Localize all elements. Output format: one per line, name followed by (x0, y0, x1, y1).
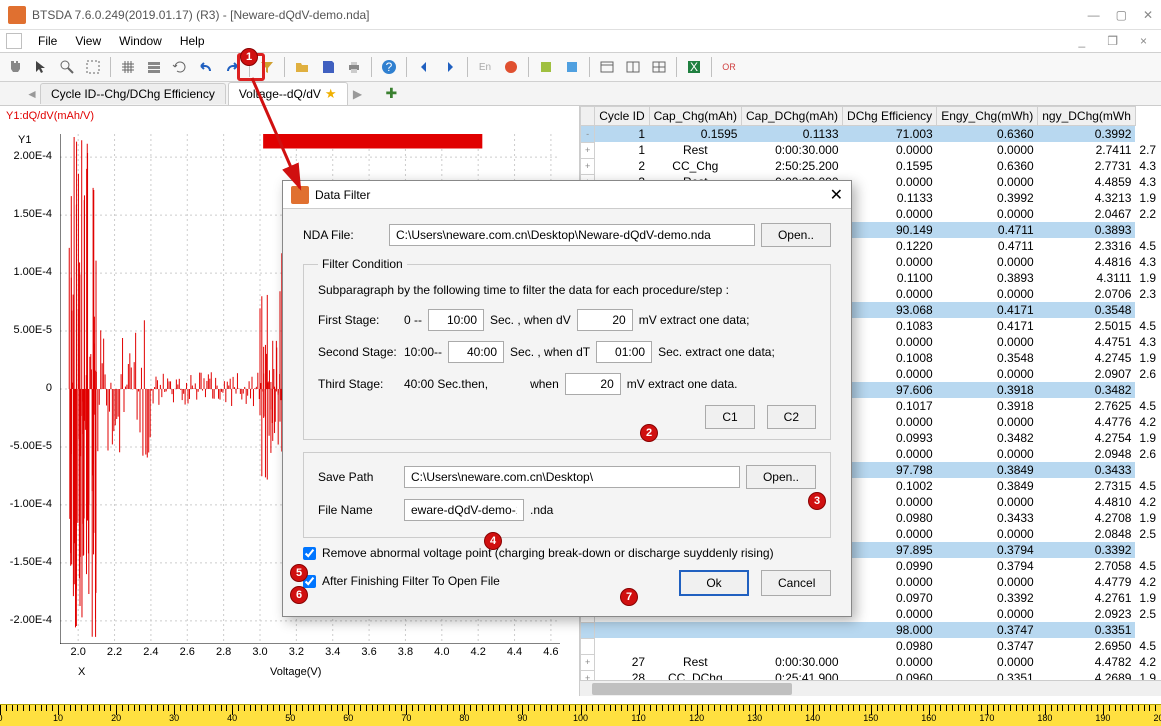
grid-icon[interactable] (117, 56, 139, 78)
cancel-button[interactable]: Cancel (761, 570, 831, 596)
remove-abnormal-label: Remove abnormal voltage point (charging … (322, 546, 774, 560)
callout-1: 1 (240, 48, 258, 66)
callout-6: 6 (290, 586, 308, 604)
save-path-label: Save Path (318, 470, 398, 484)
x-symbol: X (78, 666, 85, 678)
dialog-titlebar[interactable]: Data Filter ✕ (283, 181, 851, 209)
callout-5: 5 (290, 564, 308, 582)
svg-text:X: X (690, 60, 698, 74)
table-row[interactable]: 0.09800.37472.69504.5 (581, 638, 1161, 654)
second-stage-label: Second Stage: (318, 345, 398, 359)
table-row[interactable]: +27Rest0:00:30.0000.00000.00004.47824.2 (581, 654, 1161, 670)
file-name-label: File Name (318, 503, 398, 517)
callout-4: 4 (484, 532, 502, 550)
hand-tool-icon[interactable] (4, 56, 26, 78)
refresh-icon[interactable] (169, 56, 191, 78)
c1-button[interactable]: C1 (705, 405, 754, 429)
excel-icon[interactable]: X (683, 56, 705, 78)
table-row[interactable]: +2CC_Chg2:50:25.2000.15950.63602.77314.3 (581, 158, 1161, 174)
print-icon[interactable] (343, 56, 365, 78)
svg-text:?: ? (386, 60, 393, 74)
menu-view[interactable]: View (67, 32, 109, 50)
menu-help[interactable]: Help (172, 32, 213, 50)
y-ticks: -2.00E-4-1.50E-4-1.00E-4-5.00E-505.00E-5… (8, 134, 56, 644)
table-row[interactable]: -10.15950.113371.0030.63600.3992 (581, 126, 1161, 143)
mdi-minimize-icon[interactable]: _ (1071, 32, 1094, 50)
x-ticks: 2.02.22.42.62.83.03.23.43.63.84.04.24.44… (60, 646, 560, 662)
second-time-input[interactable] (448, 341, 504, 363)
second-dt-input[interactable] (596, 341, 652, 363)
app-icon (8, 6, 26, 24)
third-stage-label: Third Stage: (318, 377, 398, 391)
save-path-input[interactable] (404, 466, 740, 488)
app-title: BTSDA 7.6.0.249(2019.01.17) (R3) - [Newa… (32, 8, 370, 22)
remove-abnormal-checkbox[interactable] (303, 547, 316, 560)
tool-a-icon[interactable] (535, 56, 557, 78)
titlebar: BTSDA 7.6.0.249(2019.01.17) (R3) - [Newa… (0, 0, 1161, 30)
minimize-button[interactable]: — (1088, 8, 1100, 22)
table-row[interactable]: +1Rest0:00:30.0000.00000.00002.74112.7 (581, 142, 1161, 158)
x-axis-title: Voltage(V) (270, 666, 321, 678)
y1-series-label: Y1:dQ/dV(mAh/V) (6, 110, 94, 122)
first-stage-label: First Stage: (318, 313, 398, 327)
add-tab-icon[interactable]: ✚ (386, 85, 398, 102)
en-lang-icon[interactable]: En (474, 56, 496, 78)
zoom-icon[interactable] (56, 56, 78, 78)
open-after-label: After Finishing Filter To Open File (322, 574, 500, 588)
open-icon[interactable] (291, 56, 313, 78)
ok-button[interactable]: Ok (679, 570, 749, 596)
first-dv-input[interactable] (577, 309, 633, 331)
cn-lang-icon[interactable] (500, 56, 522, 78)
ruler[interactable]: 0102030405060708090100110120130140150160… (0, 704, 1161, 726)
maximize-button[interactable]: ▢ (1116, 8, 1127, 22)
c2-button[interactable]: C2 (767, 405, 816, 429)
tabbar: ◄ Cycle ID--Chg/DChg Efficiency Voltage-… (0, 82, 1161, 106)
filter-condition-fieldset: Filter Condition Subparagraph by the fol… (303, 257, 831, 440)
origin-icon[interactable]: OR (718, 56, 740, 78)
help-icon[interactable]: ? (378, 56, 400, 78)
table-row[interactable]: 98.0000.37470.3351 (581, 622, 1161, 638)
filter-condition-legend: Filter Condition (318, 257, 407, 271)
first-time-input[interactable] (428, 309, 484, 331)
star-icon: ★ (325, 86, 337, 102)
prev-icon[interactable] (413, 56, 435, 78)
pointer-tool-icon[interactable] (30, 56, 52, 78)
table2-icon[interactable] (622, 56, 644, 78)
third-val-input[interactable] (565, 373, 621, 395)
tab-prev-icon[interactable]: ◄ (24, 87, 40, 101)
dialog-icon (291, 186, 309, 204)
undo-icon[interactable] (195, 56, 217, 78)
nda-file-input[interactable] (389, 224, 755, 246)
mdi-restore-icon[interactable]: ❐ (1099, 32, 1126, 50)
tab-dqdv[interactable]: Voltage--dQ/dV★ (228, 82, 348, 105)
save-icon[interactable] (317, 56, 339, 78)
callout-3: 3 (808, 492, 826, 510)
save-open-button[interactable]: Open.. (746, 465, 816, 489)
tab-next-icon[interactable]: ▶ (350, 87, 366, 101)
chart-list-icon[interactable] (143, 56, 165, 78)
select-rect-icon[interactable] (82, 56, 104, 78)
nda-file-label: NDA File: (303, 228, 383, 242)
table3-icon[interactable] (648, 56, 670, 78)
dialog-close-icon[interactable]: ✕ (830, 185, 843, 205)
file-name-input[interactable] (404, 499, 524, 521)
callout-7: 7 (620, 588, 638, 606)
menu-file[interactable]: File (30, 32, 65, 50)
close-button[interactable]: ✕ (1143, 8, 1153, 22)
document-icon (6, 33, 22, 49)
dialog-title: Data Filter (315, 188, 370, 202)
table1-icon[interactable] (596, 56, 618, 78)
callout-2: 2 (640, 424, 658, 442)
filter-intro: Subparagraph by the following time to fi… (318, 283, 816, 297)
tab-efficiency[interactable]: Cycle ID--Chg/DChg Efficiency (40, 83, 226, 104)
menu-window[interactable]: Window (111, 32, 170, 50)
menubar: File View Window Help _ ❐ × (0, 30, 1161, 52)
tool-b-icon[interactable] (561, 56, 583, 78)
mdi-close-icon[interactable]: × (1132, 32, 1155, 50)
data-filter-dialog: Data Filter ✕ NDA File: Open.. Filter Co… (282, 180, 852, 617)
toolbar: ? En X OR (0, 52, 1161, 82)
horizontal-scrollbar[interactable] (580, 680, 1161, 696)
nda-open-button[interactable]: Open.. (761, 223, 831, 247)
next-icon[interactable] (439, 56, 461, 78)
